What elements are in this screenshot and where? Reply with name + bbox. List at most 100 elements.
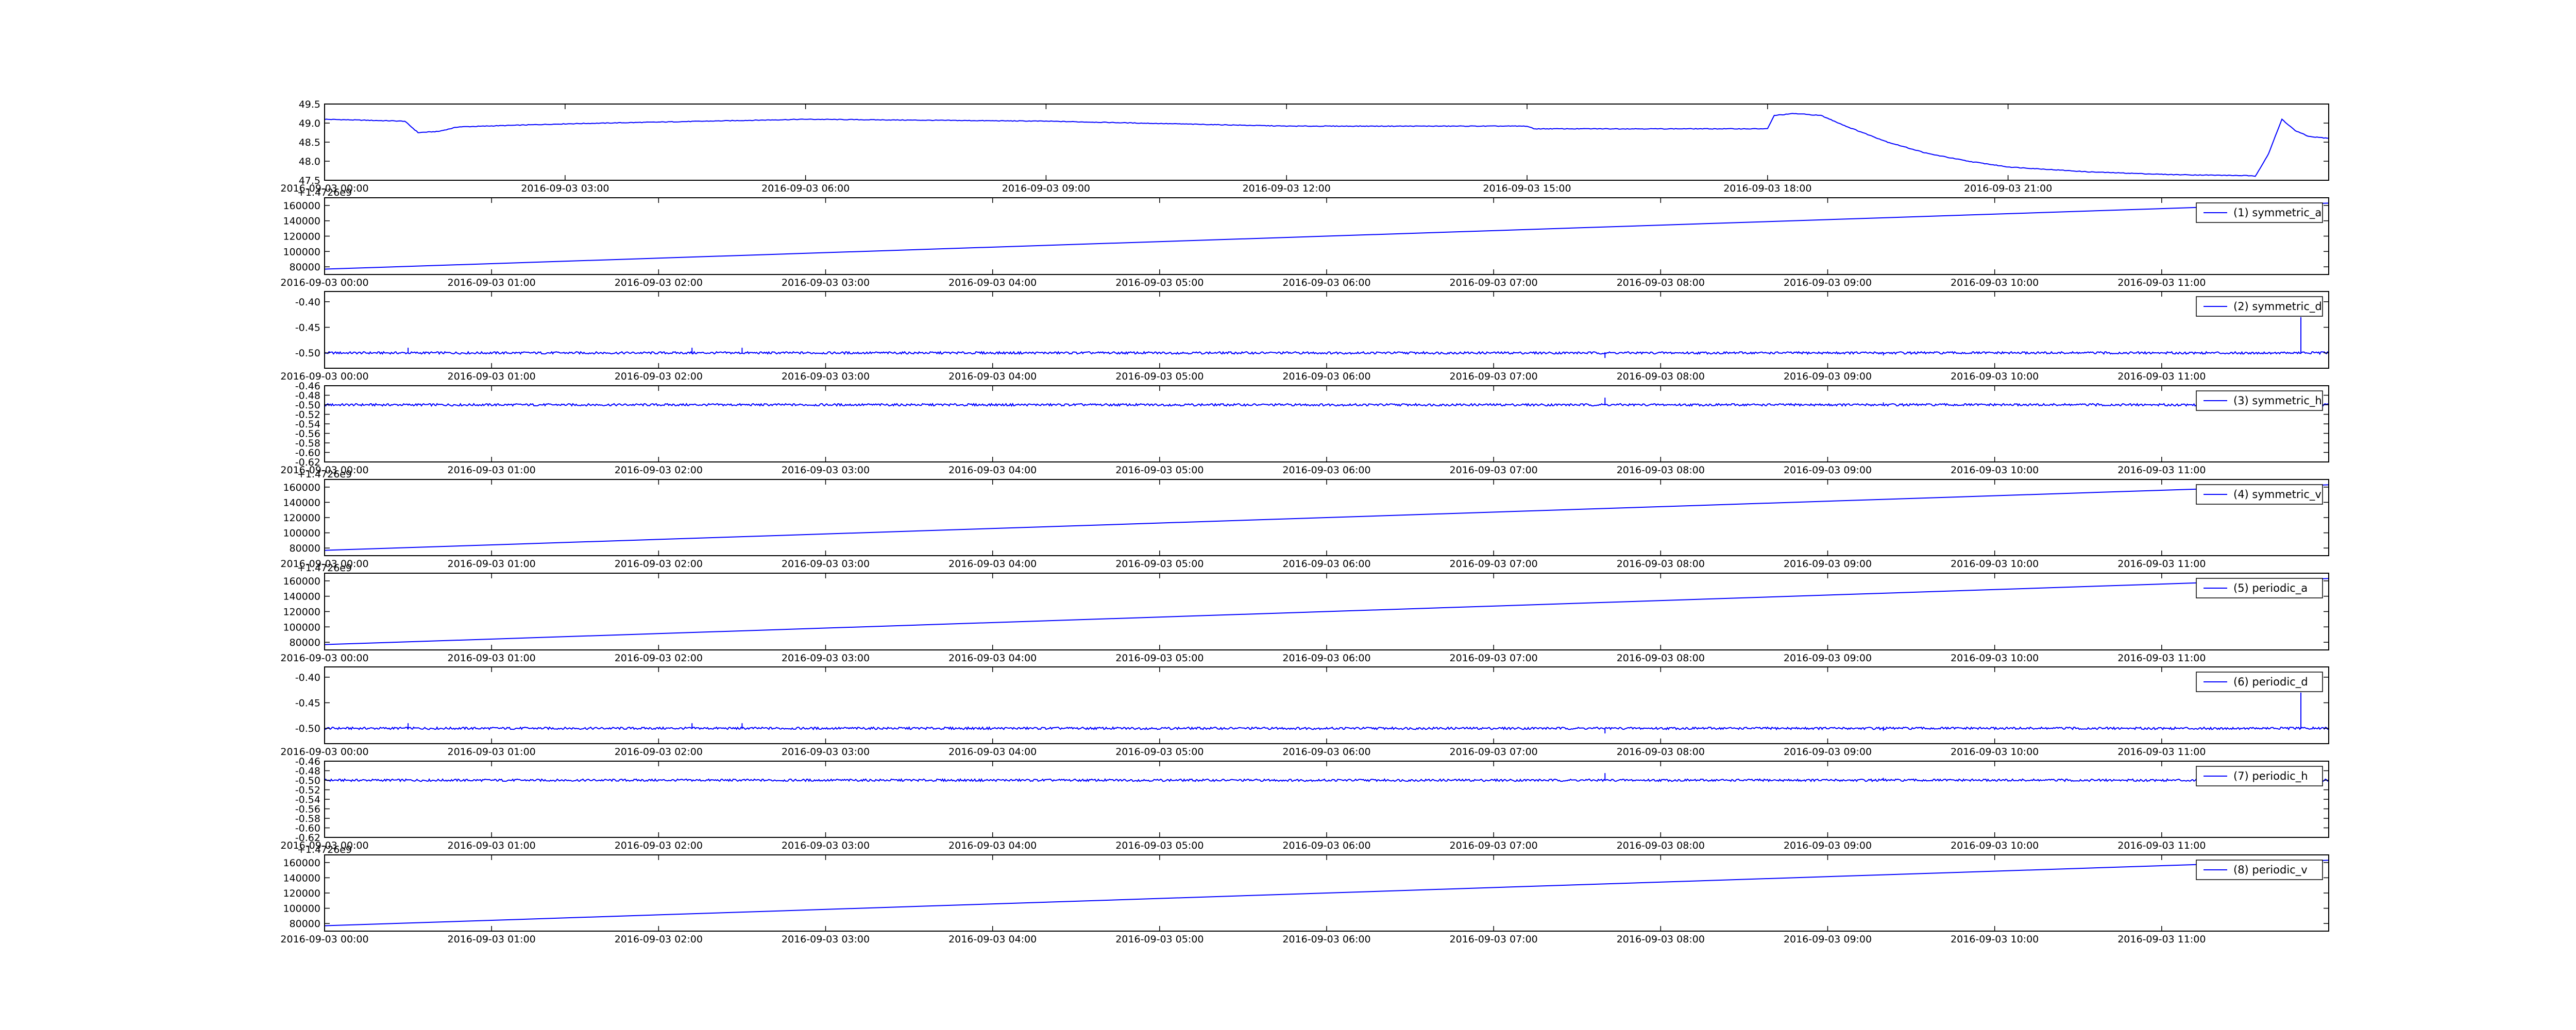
y-tick-label: 100000: [283, 528, 320, 539]
x-tick-label: 2016-09-03 02:00: [615, 558, 703, 570]
y-tick-label: 140000: [283, 497, 320, 508]
series-line-5-0: [324, 578, 2329, 645]
legend: (8) periodic_v: [2196, 860, 2323, 880]
legend-label: (2) symmetric_d: [2233, 300, 2322, 313]
legend: (2) symmetric_d: [2196, 296, 2323, 317]
x-tick-label: 2016-09-03 01:00: [448, 746, 536, 758]
x-tick-label: 2016-09-03 08:00: [1617, 371, 1705, 382]
x-tick-label: 2016-09-03 11:00: [2117, 653, 2206, 664]
y-tick-label: -0.40: [295, 297, 320, 308]
x-tick-label: 2016-09-03 10:00: [1951, 653, 2039, 664]
series-line-1-0: [324, 202, 2329, 270]
subplot-8: 80000 100000 120000 140000 160000 2016-09-03 …: [280, 844, 2329, 945]
x-tick-label: 2016-09-03 11:00: [2117, 558, 2206, 570]
series-line-3-0: [324, 398, 2329, 407]
y-tick-label: 49.0: [299, 118, 320, 129]
y-tick-label: -0.46: [295, 756, 320, 767]
x-tick-label: 2016-09-03 06:00: [1282, 558, 1370, 570]
x-tick-label: 2016-09-03 03:00: [521, 183, 609, 194]
x-tick-label: 2016-09-03 06:00: [1282, 746, 1370, 758]
x-tick-label: 2016-09-03 11:00: [2117, 277, 2206, 288]
x-tick-label: 2016-09-03 08:00: [1617, 558, 1705, 570]
y-tick-label: 160000: [283, 857, 320, 869]
offset-label: +1.4726e9: [297, 187, 352, 198]
x-tick-label: 2016-09-03 04:00: [948, 558, 1037, 570]
legend: (5) periodic_a: [2196, 578, 2323, 598]
legend: (3) symmetric_h: [2196, 390, 2323, 411]
x-tick-label: 2016-09-03 07:00: [1450, 371, 1538, 382]
y-tick-label: -0.46: [295, 381, 320, 392]
y-tick-label: 100000: [283, 622, 320, 633]
x-tick-label: 2016-09-03 09:00: [1784, 277, 1872, 288]
x-tick-label: 2016-09-03 02:00: [615, 840, 703, 851]
y-tick-label: 160000: [283, 482, 320, 493]
y-tick-label: 100000: [283, 246, 320, 258]
x-tick-label: 2016-09-03 09:00: [1784, 465, 1872, 476]
subplot-7: -0.62-0.60-0.58-0.56-0.54-0.52-0.50-0.48…: [280, 756, 2329, 851]
subplot-3: -0.62-0.60-0.58-0.56-0.54-0.52-0.50-0.48…: [280, 381, 2329, 476]
x-tick-label: 2016-09-03 10:00: [1951, 371, 2039, 382]
x-tick-label: 2016-09-03 06:00: [761, 183, 850, 194]
x-tick-label: 2016-09-03 09:00: [1784, 746, 1872, 758]
legend-label: (8) periodic_v: [2233, 864, 2308, 877]
x-tick-label: 2016-09-03 07:00: [1450, 653, 1538, 664]
legend-label: (1) symmetric_a: [2233, 207, 2321, 219]
x-tick-label: 2016-09-03 08:00: [1617, 465, 1705, 476]
y-tick-label: 120000: [283, 512, 320, 524]
x-tick-label: 2016-09-03 07:00: [1450, 840, 1538, 851]
x-tick-label: 2016-09-03 10:00: [1951, 840, 2039, 851]
x-tick-label: 2016-09-03 10:00: [1951, 558, 2039, 570]
series-line-0-0: [324, 113, 2329, 177]
x-tick-label: 2016-09-03 03:00: [782, 277, 870, 288]
legend-label: (4) symmetric_v: [2233, 488, 2321, 501]
x-tick-label: 2016-09-03 04:00: [948, 277, 1037, 288]
legend: (7) periodic_h: [2196, 766, 2323, 786]
x-tick-label: 2016-09-03 06:00: [1282, 465, 1370, 476]
x-tick-label: 2016-09-03 04:00: [948, 371, 1037, 382]
x-tick-label: 2016-09-03 01:00: [448, 371, 536, 382]
x-tick-label: 2016-09-03 06:00: [1282, 371, 1370, 382]
x-tick-label: 2016-09-03 02:00: [615, 653, 703, 664]
x-tick-label: 2016-09-03 05:00: [1115, 840, 1204, 851]
y-tick-label: 160000: [283, 576, 320, 587]
x-tick-label: 2016-09-03 03:00: [782, 934, 870, 945]
series-line-6-0: [324, 692, 2329, 734]
x-tick-label: 2016-09-03 01:00: [448, 840, 536, 851]
legend-label: (7) periodic_h: [2233, 770, 2308, 783]
x-tick-label: 2016-09-03 02:00: [615, 746, 703, 758]
subplot-5: 80000 100000 120000 140000 160000 2016-09-03 …: [280, 562, 2329, 664]
x-tick-label: 2016-09-03 08:00: [1617, 840, 1705, 851]
x-tick-label: 2016-09-03 03:00: [782, 746, 870, 758]
x-tick-label: 2016-09-03 02:00: [615, 934, 703, 945]
x-tick-label: 2016-09-03 15:00: [1483, 183, 1571, 194]
x-tick-label: 2016-09-03 01:00: [448, 653, 536, 664]
y-tick-label: -0.50: [295, 348, 320, 359]
x-tick-label: 2016-09-03 09:00: [1784, 371, 1872, 382]
x-tick-label: 2016-09-03 04:00: [948, 746, 1037, 758]
legend-label: (3) symmetric_h: [2233, 394, 2322, 407]
x-tick-label: 2016-09-03 06:00: [1282, 277, 1370, 288]
x-tick-label: 2016-09-03 09:00: [1002, 183, 1090, 194]
y-tick-label: 80000: [290, 543, 320, 554]
x-tick-label: 2016-09-03 11:00: [2117, 371, 2206, 382]
x-tick-label: 2016-09-03 12:00: [1243, 183, 1331, 194]
figure: 47.548.048.549.049.52016-09-03 00:00 2016…: [280, 99, 2329, 945]
x-tick-label: 2016-09-03 07:00: [1450, 558, 1538, 570]
x-tick-label: 2016-09-03 06:00: [1282, 934, 1370, 945]
subplot-6: -0.50 -0.45 -0.40 2016-09-03 00:00 2016-09-0…: [280, 666, 2329, 758]
x-tick-label: 2016-09-03 08:00: [1617, 653, 1705, 664]
x-tick-label: 2016-09-03 05:00: [1115, 277, 1204, 288]
y-tick-label: 100000: [283, 903, 320, 915]
x-tick-label: 2016-09-03 03:00: [782, 558, 870, 570]
x-tick-label: 2016-09-03 00:00: [280, 746, 368, 758]
x-tick-label: 2016-09-03 00:00: [280, 653, 368, 664]
x-tick-label: 2016-09-03 00:00: [280, 934, 368, 945]
legend-label: (5) periodic_a: [2233, 582, 2308, 595]
y-tick-label: 140000: [283, 216, 320, 227]
x-tick-label: 2016-09-03 09:00: [1784, 934, 1872, 945]
subplot-0: 47.548.048.549.049.52016-09-03 00:00 2016…: [280, 99, 2329, 194]
x-tick-label: 2016-09-03 01:00: [448, 934, 536, 945]
x-tick-label: 2016-09-03 02:00: [615, 371, 703, 382]
x-tick-label: 2016-09-03 06:00: [1282, 653, 1370, 664]
x-tick-label: 2016-09-03 04:00: [948, 653, 1037, 664]
